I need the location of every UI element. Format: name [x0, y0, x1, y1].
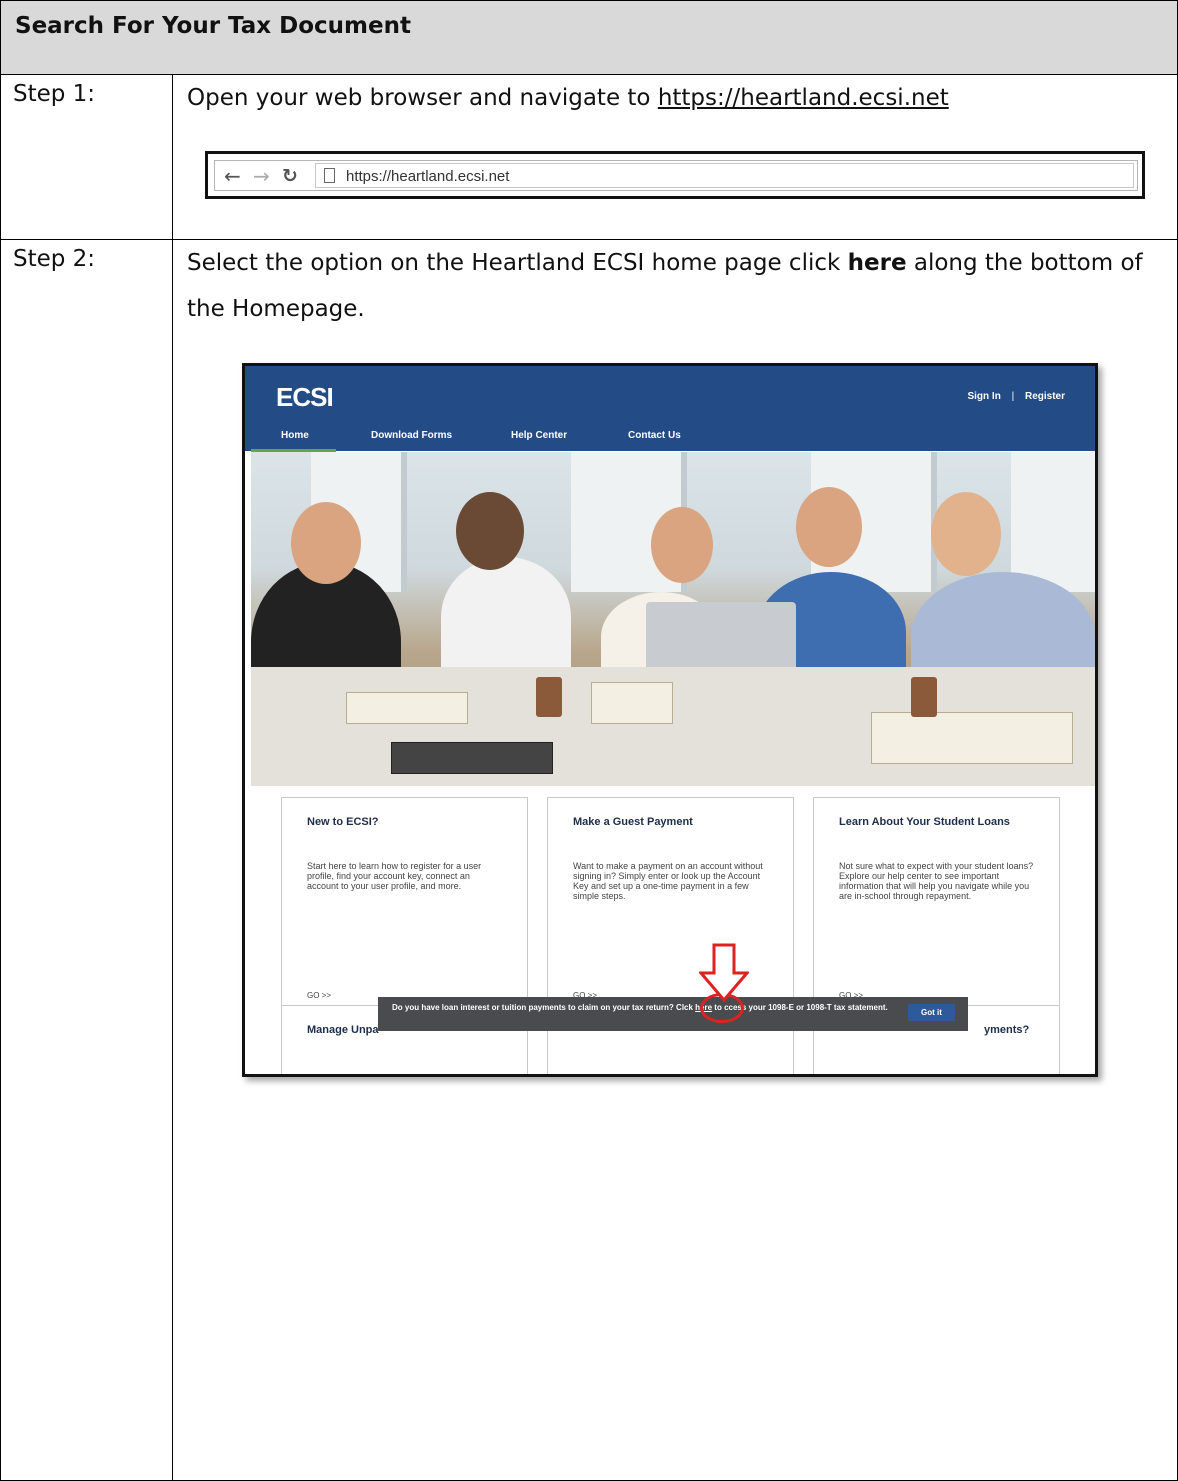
forward-arrow-icon[interactable]: → — [253, 165, 270, 187]
cookie-banner: Do you have loan interest or tuition pay… — [378, 997, 968, 1031]
card-body: Not sure what to expect with your studen… — [839, 861, 1034, 901]
menu-item-help-center[interactable]: Help Center — [511, 430, 567, 441]
card-go-link[interactable]: GO >> — [307, 991, 331, 1000]
down-arrow-icon — [699, 943, 749, 1003]
hero-window — [1011, 452, 1095, 592]
got-it-button[interactable]: Got it — [908, 1004, 955, 1021]
menu-item-home[interactable]: Home — [281, 430, 309, 441]
person-head — [291, 502, 361, 584]
book — [871, 712, 1073, 764]
coffee-cup — [536, 677, 562, 717]
homepage-screenshot: ECSI Sign In | Register Home Download Fo… — [242, 363, 1098, 1077]
table-header: Search For Your Tax Document — [1, 1, 1177, 75]
book — [346, 692, 468, 724]
url-field[interactable]: https://heartland.ecsi.net — [315, 163, 1134, 188]
auth-separator: | — [1011, 391, 1015, 402]
step1-label: Step 1: — [13, 81, 96, 107]
cookie-text: Do you have loan interest or tuition pay… — [392, 1003, 892, 1013]
sign-in-link[interactable]: Sign In — [967, 391, 1000, 402]
card-body: Start here to learn how to register for … — [307, 861, 482, 891]
url-text: https://heartland.ecsi.net — [346, 168, 510, 185]
ecsi-logo[interactable]: ECSI — [276, 382, 334, 413]
card-title: Make a Guest Payment — [573, 816, 693, 828]
reload-icon[interactable]: ↻ — [282, 165, 298, 187]
column-divider — [172, 75, 173, 1480]
card-new-to-ecsi[interactable]: New to ECSI? Start here to learn how to … — [281, 797, 528, 1015]
person-figure — [441, 557, 571, 677]
menu-item-download-forms[interactable]: Download Forms — [371, 430, 452, 441]
card-student-loans[interactable]: Learn About Your Student Loans Not sure … — [813, 797, 1060, 1015]
hero-image — [251, 452, 1095, 786]
cookie-text-before: Do you have loan interest or tuition pay… — [392, 1003, 685, 1012]
person-head — [796, 487, 862, 567]
step1-text-prefix: Open your web browser and navigate to — [187, 85, 658, 111]
step1-link[interactable]: https://heartland.ecsi.net — [658, 85, 949, 111]
step2-text: Select the option on the Heartland ECSI … — [187, 240, 1162, 332]
address-bar-frame: ← → ↻ https://heartland.ecsi.net — [214, 160, 1138, 191]
register-link[interactable]: Register — [1025, 391, 1065, 402]
site-nav-bar: ECSI Sign In | Register Home Download Fo… — [245, 366, 1095, 451]
card-title: Manage Unpa — [307, 1024, 379, 1036]
step2-label: Step 2: — [13, 246, 96, 272]
card-title: yments? — [984, 1024, 1030, 1036]
auth-links: Sign In | Register — [959, 391, 1065, 402]
back-arrow-icon[interactable]: ← — [224, 165, 241, 187]
cookie-text-mid: ck — [684, 1003, 696, 1012]
coffee-cup — [911, 677, 937, 717]
step1-text: Open your web browser and navigate to ht… — [187, 75, 1162, 121]
card-guest-payment[interactable]: Make a Guest Payment Want to make a paym… — [547, 797, 794, 1015]
page-icon — [324, 168, 335, 183]
card-title: Learn About Your Student Loans — [839, 816, 1010, 828]
cookie-text-after2: ccess your 1098-E or 1098-T tax statemen… — [724, 1003, 888, 1012]
step2-text-part1: Select the option on the Heartland ECSI … — [187, 250, 848, 276]
person-head — [456, 492, 524, 570]
book — [391, 742, 553, 774]
book — [591, 682, 673, 724]
page-title: Search For Your Tax Document — [15, 13, 411, 39]
card-body: Want to make a payment on an account wit… — [573, 861, 763, 901]
person-head — [931, 492, 1001, 576]
browser-address-bar: ← → ↻ https://heartland.ecsi.net — [205, 151, 1145, 199]
menu-item-contact-us[interactable]: Contact Us — [628, 430, 681, 441]
card-title: New to ECSI? — [307, 816, 379, 828]
step2-here-bold: here — [847, 250, 907, 276]
person-head — [651, 507, 713, 583]
